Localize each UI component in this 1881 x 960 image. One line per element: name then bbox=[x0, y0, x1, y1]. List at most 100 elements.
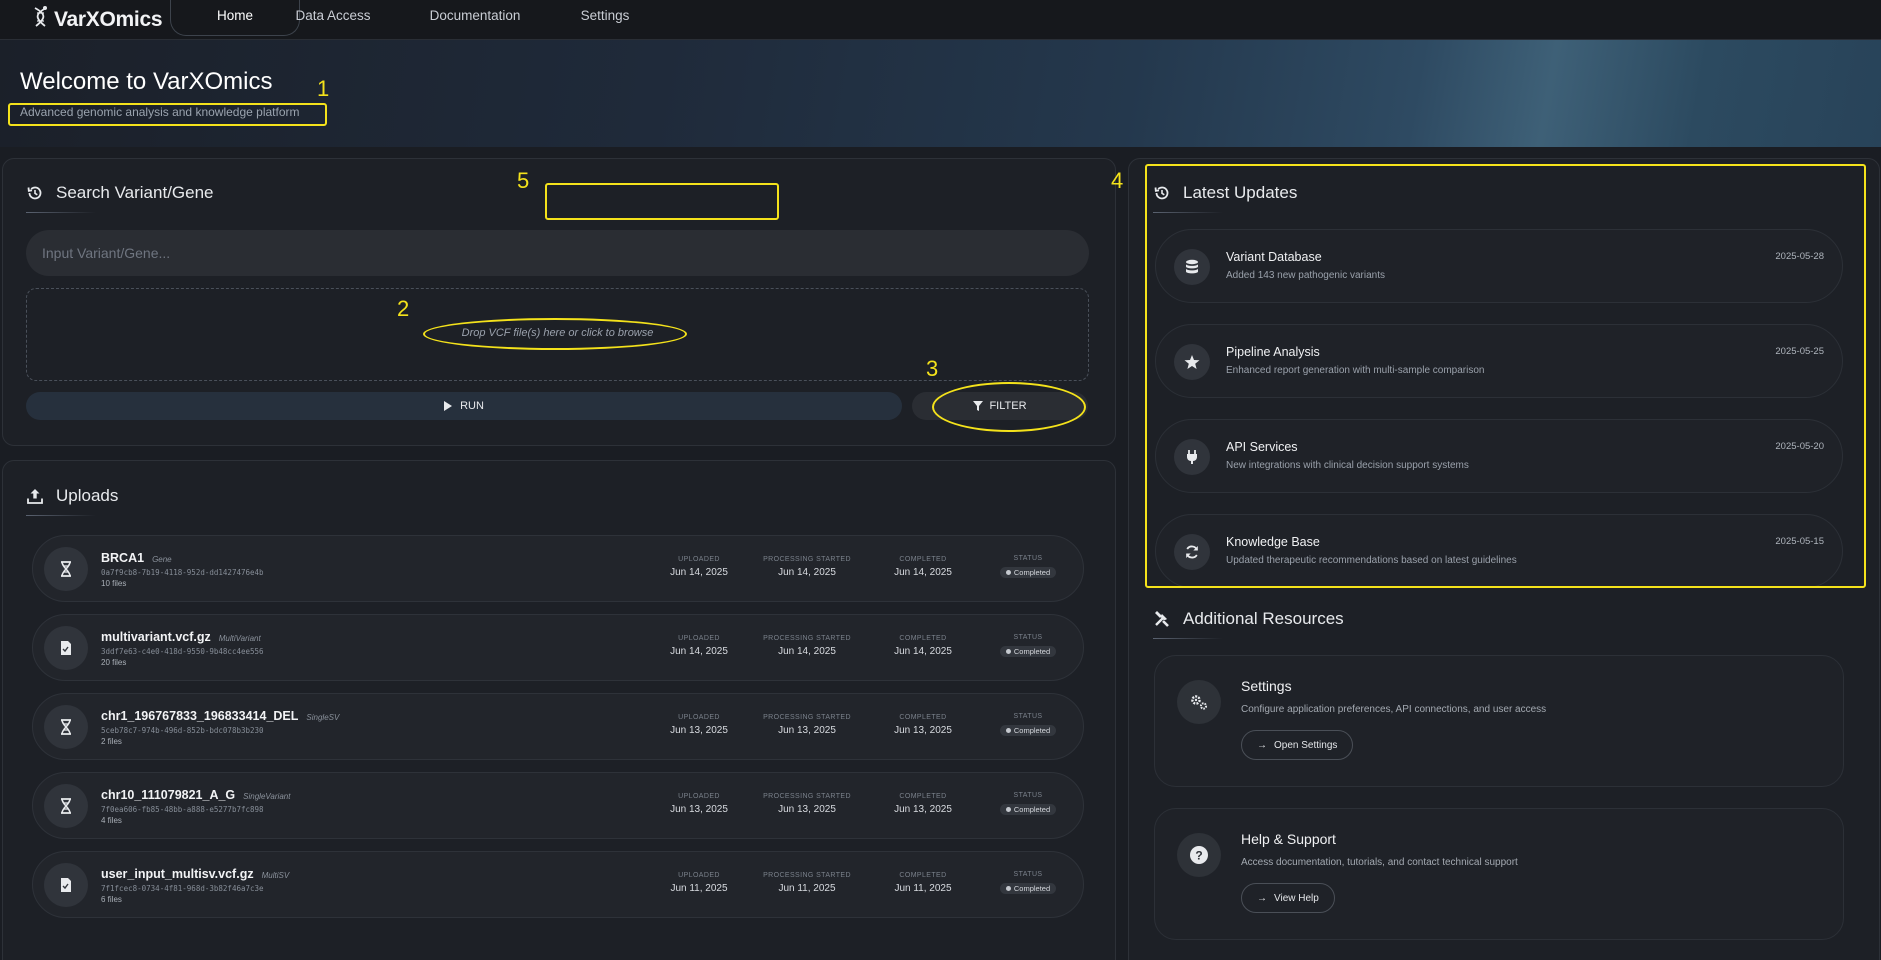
nav-documentation[interactable]: Documentation bbox=[420, 0, 530, 36]
run-label: RUN bbox=[460, 400, 484, 412]
upload-row[interactable]: user_input_multisv.vcf.gz MultiSV 7f1fcec8… bbox=[32, 851, 1084, 918]
completed-column: COMPLETED Jun 14, 2025 bbox=[883, 635, 963, 657]
completed-column: COMPLETED Jun 11, 2025 bbox=[883, 872, 963, 894]
annotation-box-5 bbox=[545, 183, 779, 220]
upload-type: MultiSV bbox=[261, 871, 290, 880]
upload-icon bbox=[27, 489, 43, 504]
status-text: Completed bbox=[1013, 726, 1051, 735]
title-underline bbox=[26, 515, 96, 516]
completed-label: COMPLETED bbox=[899, 635, 947, 642]
title-underline bbox=[26, 212, 96, 213]
upload-file-count: 10 files bbox=[101, 579, 127, 588]
upload-id: 7f1fcec8-0734-4f81-968d-3b82f46a7c3e bbox=[101, 884, 264, 893]
nav-settings[interactable]: Settings bbox=[565, 0, 645, 36]
uploaded-column: UPLOADED Jun 11, 2025 bbox=[659, 872, 739, 894]
upload-type: Gene bbox=[152, 555, 172, 564]
status-badge: Completed bbox=[999, 567, 1057, 578]
completed-label: COMPLETED bbox=[899, 872, 947, 879]
processing-label: PROCESSING STARTED bbox=[763, 872, 851, 879]
completed-column: COMPLETED Jun 13, 2025 bbox=[883, 714, 963, 736]
upload-row-icon bbox=[44, 784, 88, 828]
file-icon bbox=[58, 640, 74, 656]
upload-name: BRCA1 Gene bbox=[101, 551, 172, 565]
upload-file-count: 2 files bbox=[101, 737, 122, 746]
uploads-panel-title: Uploads bbox=[26, 486, 118, 506]
page-title: Welcome to VarXOmics bbox=[20, 68, 273, 95]
status-column: STATUS Completed bbox=[993, 713, 1063, 738]
uploaded-column: UPLOADED Jun 14, 2025 bbox=[659, 556, 739, 578]
uploaded-label: UPLOADED bbox=[678, 714, 720, 721]
uploaded-date: Jun 13, 2025 bbox=[670, 804, 728, 815]
search-panel-title: Search Variant/Gene bbox=[26, 183, 214, 203]
help-card-title: Help & Support bbox=[1241, 831, 1336, 847]
uploaded-column: UPLOADED Jun 13, 2025 bbox=[659, 714, 739, 736]
view-help-button[interactable]: → View Help bbox=[1241, 883, 1335, 913]
status-dot bbox=[1005, 807, 1011, 812]
status-dot bbox=[1005, 886, 1011, 891]
uploaded-date: Jun 13, 2025 bbox=[670, 725, 728, 736]
completed-label: COMPLETED bbox=[899, 793, 947, 800]
status-text: Completed bbox=[1013, 884, 1051, 893]
completed-date: Jun 13, 2025 bbox=[894, 725, 952, 736]
upload-row[interactable]: chr10_111079821_A_G SingleVariant 7f0ea606… bbox=[32, 772, 1084, 839]
annotation-number-2: 2 bbox=[397, 296, 410, 321]
completed-label: COMPLETED bbox=[899, 714, 947, 721]
status-dot bbox=[1005, 649, 1011, 654]
search-title-text: Search Variant/Gene bbox=[56, 183, 214, 202]
status-column: STATUS Completed bbox=[993, 792, 1063, 817]
dna-icon bbox=[58, 719, 74, 735]
upload-type: SingleVariant bbox=[243, 792, 291, 801]
settings-card-title: Settings bbox=[1241, 678, 1292, 694]
nav-home[interactable]: Home bbox=[170, 0, 300, 36]
processing-column: PROCESSING STARTED Jun 11, 2025 bbox=[757, 872, 857, 894]
upload-id: 7f0ea606-fb85-48bb-a888-e5277b7fc898 bbox=[101, 805, 264, 814]
uploaded-column: UPLOADED Jun 13, 2025 bbox=[659, 793, 739, 815]
status-column: STATUS Completed bbox=[993, 634, 1063, 659]
annotation-number-1: 1 bbox=[317, 76, 330, 101]
annotation-ellipse-3 bbox=[932, 382, 1086, 432]
annotation-box-4 bbox=[1145, 164, 1866, 588]
status-badge: Completed bbox=[999, 804, 1057, 815]
open-settings-label: Open Settings bbox=[1274, 739, 1338, 751]
status-label: STATUS bbox=[1013, 871, 1043, 878]
history-icon bbox=[27, 186, 42, 200]
status-column: STATUS Completed bbox=[993, 555, 1063, 580]
run-button[interactable]: RUN bbox=[26, 392, 902, 420]
completed-label: COMPLETED bbox=[899, 556, 947, 563]
upload-name: user_input_multisv.vcf.gz MultiSV bbox=[101, 867, 289, 881]
view-help-label: View Help bbox=[1274, 892, 1319, 904]
processing-date: Jun 13, 2025 bbox=[778, 804, 836, 815]
app-logo[interactable]: VarXOmics bbox=[30, 4, 163, 36]
status-label: STATUS bbox=[1013, 792, 1043, 799]
resources-title-text: Additional Resources bbox=[1183, 609, 1344, 628]
upload-row[interactable]: chr1_196767833_196833414_DEL SingleSV 5ceb… bbox=[32, 693, 1084, 760]
tools-icon bbox=[1155, 611, 1169, 627]
upload-id: 3ddf7e63-c4e0-418d-9550-9b48cc4ee556 bbox=[101, 647, 264, 656]
status-badge: Completed bbox=[999, 883, 1057, 894]
completed-column: COMPLETED Jun 13, 2025 bbox=[883, 793, 963, 815]
resources-panel-title: Additional Resources bbox=[1153, 609, 1344, 629]
upload-row[interactable]: multivariant.vcf.gz MultiVariant 3ddf7e63-… bbox=[32, 614, 1084, 681]
logo-text: VarXOmics bbox=[54, 8, 163, 31]
upload-name-text: user_input_multisv.vcf.gz bbox=[101, 867, 254, 881]
upload-name-text: chr1_196767833_196833414_DEL bbox=[101, 709, 299, 723]
processing-column: PROCESSING STARTED Jun 14, 2025 bbox=[757, 556, 857, 578]
processing-date: Jun 14, 2025 bbox=[778, 567, 836, 578]
status-badge: Completed bbox=[999, 725, 1057, 736]
open-settings-button[interactable]: → Open Settings bbox=[1241, 730, 1354, 760]
uploads-title-text: Uploads bbox=[56, 486, 119, 505]
upload-row-icon bbox=[44, 705, 88, 749]
upload-file-count: 20 files bbox=[101, 658, 127, 667]
annotation-number-3: 3 bbox=[926, 356, 939, 381]
status-text: Completed bbox=[1013, 805, 1051, 814]
processing-date: Jun 14, 2025 bbox=[778, 646, 836, 657]
status-dot bbox=[1005, 570, 1011, 575]
uploaded-label: UPLOADED bbox=[678, 556, 720, 563]
upload-row[interactable]: BRCA1 Gene 0a7f9cb8-7b19-4118-952d-dd14274… bbox=[32, 535, 1084, 602]
search-input[interactable] bbox=[26, 230, 1089, 276]
status-text: Completed bbox=[1013, 647, 1051, 656]
status-label: STATUS bbox=[1013, 555, 1043, 562]
nav-data-access[interactable]: Data Access bbox=[283, 0, 383, 36]
help-card-desc: Access documentation, tutorials, and con… bbox=[1241, 857, 1518, 868]
dna-icon bbox=[58, 561, 74, 577]
